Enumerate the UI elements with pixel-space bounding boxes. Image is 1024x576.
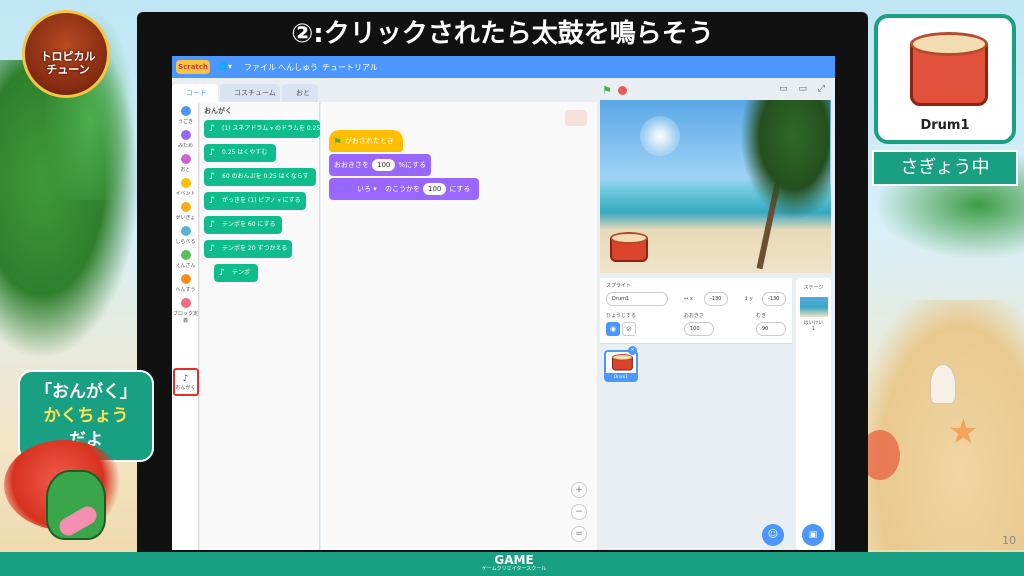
effect-block-text: のこうかを <box>384 185 420 193</box>
category-my-blocks[interactable]: ブロック定義 <box>172 298 199 324</box>
block-set-tempo[interactable]: テンポを 60 にする <box>204 216 282 234</box>
page-number: 10 <box>1002 534 1016 547</box>
stage-view-buttons[interactable]: ▭ ▭ ⤢ <box>779 84 829 94</box>
x-label: ↔ x <box>684 296 693 302</box>
block-palette: おんがく (1) スネアドラム ▾ のドラムを 0.25 0.25 はくやすむ … <box>200 102 345 550</box>
lesson-title: ②:クリックされたら太鼓を鳴らそう <box>291 19 714 49</box>
hide-button[interactable]: ⊘ <box>622 322 636 336</box>
tutorial-menu[interactable]: チュートリアル <box>322 62 378 73</box>
backdrops-count: 1 <box>811 326 816 332</box>
bubble-line1: 「おんがく」 <box>35 382 137 402</box>
edit-menu[interactable]: へんしゅう <box>278 62 318 73</box>
sprite-card-name: Drum1 <box>920 118 970 133</box>
code-area[interactable]: ⚑ がおされたとき おおきさを 100 %にする いろ ▾ のこうかを 100 にする +… <box>321 102 597 550</box>
delete-sprite-icon[interactable]: × <box>628 346 637 355</box>
backdrops-label: はいけい <box>803 320 824 326</box>
logo-text: トロピカル チューン <box>26 50 110 76</box>
logo-line1: トロピカル <box>40 50 96 63</box>
stage-label: ステージ <box>803 285 824 291</box>
effect-value-input[interactable]: 100 <box>422 183 447 195</box>
starfish-icon: ★ <box>948 412 979 452</box>
sprite-list: Drum1 × <box>600 344 792 550</box>
zoom-in-button[interactable]: + <box>571 482 587 498</box>
set-effect-block[interactable]: いろ ▾ のこうかを 100 にする <box>329 178 479 200</box>
music-category-highlight <box>173 368 199 396</box>
footer-logo-text: GAME <box>494 553 534 567</box>
category-motion[interactable]: うごき <box>172 106 199 125</box>
hat-label: がおされたとき <box>345 137 394 145</box>
show-label: ひょうじする <box>606 313 637 319</box>
sprite-tile-label: Drum1 <box>606 373 636 380</box>
stage-panel: ステージ はいけい 1 <box>796 278 831 550</box>
stage-palm-leaves <box>740 100 830 220</box>
block-play-drum[interactable]: (1) スネアドラム ▾ のドラムを 0.25 <box>204 120 320 138</box>
sun-glare <box>640 116 680 156</box>
show-visible-button[interactable]: ◉ <box>606 322 620 336</box>
file-menu[interactable]: ファイル <box>244 62 276 73</box>
backdrop-thumbnail[interactable] <box>799 297 828 317</box>
category-sensing[interactable]: しらべる <box>172 226 199 245</box>
block-play-note[interactable]: 60 のおんぷを 0.25 はくならす <box>204 168 316 186</box>
size-block-suffix: %にする <box>398 161 427 169</box>
sprite-card: Drum1 <box>874 14 1016 144</box>
green-flag-button[interactable]: ⚑ <box>602 84 612 97</box>
bubble-line2: かくちょう <box>43 406 129 426</box>
zoom-reset-button[interactable]: = <box>571 526 587 542</box>
add-backdrop-button[interactable]: ▣ <box>802 524 824 546</box>
effect-block-suffix: にする <box>449 185 471 193</box>
game-logo: GAME ゲームクリエイタースクール <box>478 554 550 574</box>
zoom-out-button[interactable]: − <box>571 504 587 520</box>
category-variables[interactable]: へんすう <box>172 274 199 293</box>
block-tempo[interactable]: テンポ <box>214 264 258 282</box>
green-flag-icon: ⚑ <box>333 137 342 148</box>
tab-code[interactable]: コード <box>172 84 218 102</box>
when-flag-clicked-block[interactable]: ⚑ がおされたとき <box>329 130 403 152</box>
language-menu[interactable]: 🌐▾ <box>218 62 232 71</box>
block-change-tempo[interactable]: テンポを 20 ずつかえる <box>204 240 292 258</box>
size-block-text: おおきさを <box>334 161 369 169</box>
drum-sprite[interactable] <box>610 232 648 262</box>
current-sprite-thumbnail <box>565 110 587 126</box>
direction-label: むき <box>756 313 767 319</box>
logo-line2: チューン <box>46 63 90 76</box>
sand-background <box>864 300 1024 550</box>
block-set-instrument[interactable]: がっきを (1) ピアノ ▾ にする <box>204 192 306 210</box>
add-sprite-button[interactable]: ☺ <box>762 524 784 546</box>
y-label: ↕ y <box>744 296 753 302</box>
status-badge: さぎょう中 <box>872 150 1018 186</box>
sprite-name-input[interactable]: Drum1 <box>606 292 668 306</box>
direction-input[interactable]: 90 <box>756 322 786 336</box>
sprite-panel: スプライト Drum1 ↔ x -130 ↕ y -130 ひょうじする ◉ ⊘… <box>600 278 792 550</box>
tab-sound[interactable]: おと <box>282 84 318 102</box>
size-input[interactable]: 100 <box>684 322 714 336</box>
size-value-input[interactable]: 100 <box>372 159 396 171</box>
set-size-block[interactable]: おおきさを 100 %にする <box>329 154 431 176</box>
shell-icon <box>930 364 956 404</box>
category-control[interactable]: せいぎょ <box>172 202 199 221</box>
sprite-info: スプライト Drum1 ↔ x -130 ↕ y -130 ひょうじする ◉ ⊘… <box>600 278 792 344</box>
scratch-logo[interactable]: Scratch <box>176 60 210 74</box>
sprite-label: スプライト <box>606 283 632 289</box>
category-looks[interactable]: みため <box>172 130 199 149</box>
tab-costume[interactable]: コスチューム <box>220 84 280 102</box>
drum-thumbnail <box>612 354 633 371</box>
category-events[interactable]: イベント <box>172 178 199 197</box>
category-sound[interactable]: おと <box>172 154 199 173</box>
category-operators[interactable]: えんざん <box>172 250 199 269</box>
drum-icon <box>910 32 988 112</box>
block-rest[interactable]: 0.25 はくやすむ <box>204 144 276 162</box>
footer-logo-sub: ゲームクリエイタースクール <box>481 566 547 572</box>
size-label: おおきさ <box>684 313 705 319</box>
scratch-editor: Scratch 🌐▾ ファイル へんしゅう チュートリアル コード コスチューム… <box>172 56 835 550</box>
menu-bar: Scratch 🌐▾ ファイル へんしゅう チュートリアル <box>172 56 835 78</box>
x-input[interactable]: -130 <box>704 292 728 306</box>
stage-toolbar: ⚑ ▭ ▭ ⤢ <box>598 78 835 100</box>
stage[interactable] <box>600 100 831 273</box>
category-column: うごき みため おと イベント せいぎょ しらべる えんざん へんすう ブロック… <box>172 102 199 550</box>
y-input[interactable]: -130 <box>762 292 786 306</box>
effect-dropdown[interactable]: いろ ▾ <box>357 185 377 193</box>
palette-title: おんがく <box>204 107 232 115</box>
stop-button[interactable] <box>618 86 627 95</box>
